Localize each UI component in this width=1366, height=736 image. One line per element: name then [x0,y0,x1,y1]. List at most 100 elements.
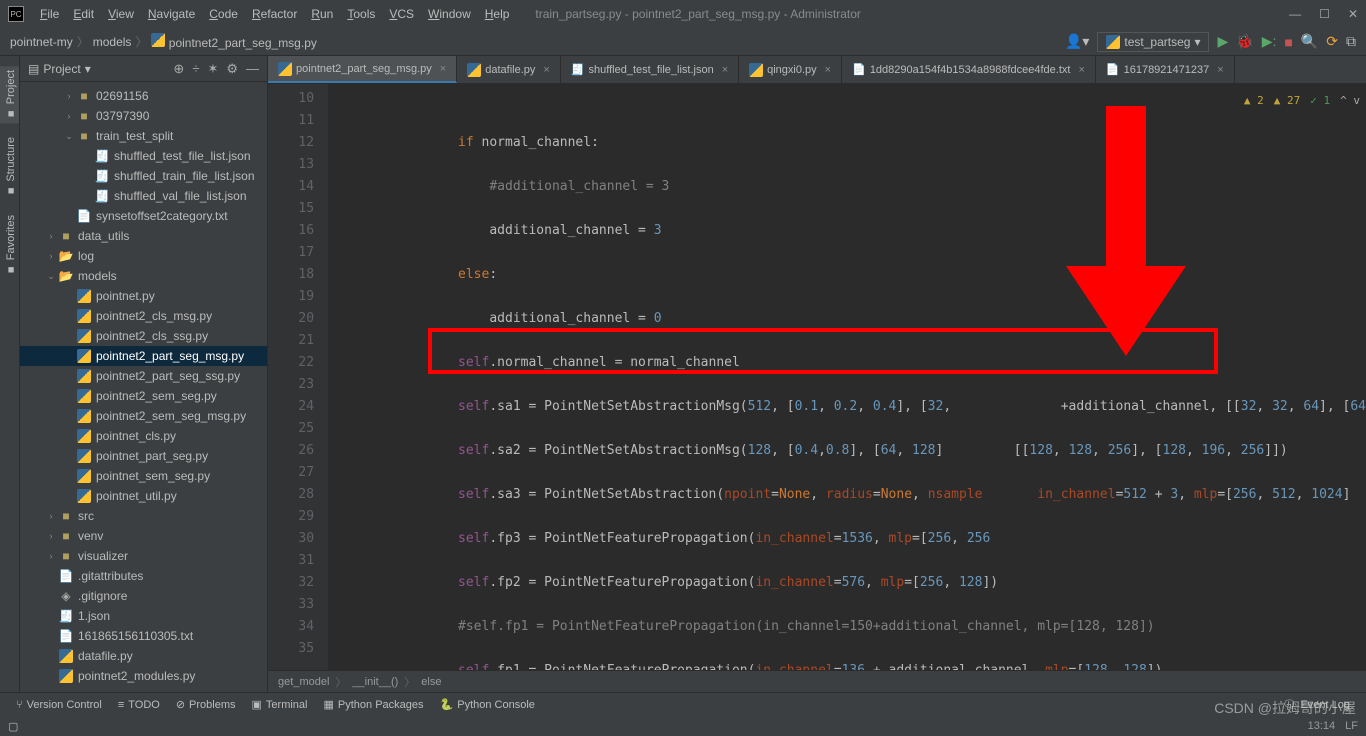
toolwindow-tab-structure[interactable]: ■ Structure [0,133,19,201]
tree-node[interactable]: pointnet2_part_seg_msg.py [20,346,267,366]
menu-code[interactable]: Code [203,5,244,23]
menu-navigate[interactable]: Navigate [142,5,201,23]
tree-node[interactable]: ›■venv [20,526,267,546]
line-number[interactable]: 25 [268,418,314,440]
breadcrumb-item[interactable]: pointnet2_part_seg_msg.py [151,33,316,50]
editor-tab[interactable]: pointnet2_part_seg_msg.py× [268,56,457,83]
line-number[interactable]: 22 [268,352,314,374]
project-tool-icon[interactable]: ✶ [207,61,218,77]
menu-run[interactable]: Run [305,5,339,23]
tree-node[interactable]: ›■data_utils [20,226,267,246]
coverage-button[interactable]: ▶: [1262,33,1277,50]
tree-node[interactable]: ›■03797390 [20,106,267,126]
tree-node[interactable]: 🧾shuffled_val_file_list.json [20,186,267,206]
tree-arrow-icon[interactable]: ⌄ [44,271,58,282]
tree-arrow-icon[interactable]: › [62,91,76,101]
menu-view[interactable]: View [102,5,140,23]
menu-refactor[interactable]: Refactor [246,5,303,23]
editor-tab[interactable]: qingxi0.py× [739,56,842,83]
tree-arrow-icon[interactable]: ⌄ [62,131,76,142]
line-number[interactable]: 33 [268,594,314,616]
line-number[interactable]: 15 [268,198,314,220]
tree-arrow-icon[interactable]: › [62,111,76,121]
tree-node[interactable]: pointnet_sem_seg.py [20,466,267,486]
line-number[interactable]: 21 [268,330,314,352]
tree-node[interactable]: pointnet2_part_seg_ssg.py [20,366,267,386]
tree-arrow-icon[interactable]: › [44,231,58,241]
line-number[interactable]: 20 [268,308,314,330]
editor-tab[interactable]: 🧾shuffled_test_file_list.json× [561,56,739,83]
tree-node[interactable]: pointnet_util.py [20,486,267,506]
line-number[interactable]: 16 [268,220,314,242]
menu-tools[interactable]: Tools [341,5,381,23]
menu-vcs[interactable]: VCS [383,5,420,23]
tree-node[interactable]: pointnet2_modules.py [20,666,267,686]
close-tab-icon[interactable]: × [543,64,549,76]
editor-tab[interactable]: 📄1dd8290a154f4b1534a8988fdcee4fde.txt× [842,56,1096,83]
tree-node[interactable]: ⌄■train_test_split [20,126,267,146]
tree-node[interactable]: 🧾shuffled_test_file_list.json [20,146,267,166]
tree-node[interactable]: 📄161865156110305.txt [20,626,267,646]
line-number[interactable]: 11 [268,110,314,132]
structure-crumb[interactable]: get_model [278,676,329,688]
line-number[interactable]: 29 [268,506,314,528]
ide-icon[interactable]: ⧉ [1346,33,1356,50]
python-console-tab[interactable]: 🐍Python Console [432,698,543,711]
breadcrumb-item[interactable]: models [93,35,132,49]
run-config-select[interactable]: test_partseg ▾ [1097,32,1209,52]
line-number[interactable]: 32 [268,572,314,594]
python-packages-tab[interactable]: ▦Python Packages [316,698,432,711]
run-button[interactable]: ▶ [1217,33,1228,50]
tree-arrow-icon[interactable]: › [44,551,58,561]
tree-node[interactable]: pointnet2_cls_msg.py [20,306,267,326]
todo-tab[interactable]: ≡TODO [110,699,168,711]
tree-node[interactable]: ›■src [20,506,267,526]
structure-crumb[interactable]: __init__() [352,676,398,688]
version-control-tab[interactable]: ⑂Version Control [8,699,110,711]
toolwindow-tab-favorites[interactable]: ■ Favorites [0,211,19,279]
search-button[interactable]: 🔍 [1301,33,1318,50]
line-number[interactable]: 18 [268,264,314,286]
structure-crumb[interactable]: else [421,676,441,688]
close-tab-icon[interactable]: × [1217,64,1223,76]
tree-node[interactable]: ›■visualizer [20,546,267,566]
inspections-more[interactable]: ^ v [1340,90,1360,112]
tree-node[interactable]: datafile.py [20,646,267,666]
close-tab-icon[interactable]: × [825,64,831,76]
project-tool-icon[interactable]: — [246,61,259,77]
tree-node[interactable]: pointnet.py [20,286,267,306]
tree-node[interactable]: ◈.gitignore [20,586,267,606]
tree-node[interactable]: pointnet2_cls_ssg.py [20,326,267,346]
terminal-tab[interactable]: ▣Terminal [244,698,316,711]
tree-node[interactable]: 📄synsetoffset2category.txt [20,206,267,226]
menu-file[interactable]: File [34,5,65,23]
toolwindow-tab-project[interactable]: ■ Project [0,66,19,123]
menu-help[interactable]: Help [479,5,516,23]
line-number[interactable]: 10 [268,88,314,110]
line-number[interactable]: 23 [268,374,314,396]
breadcrumb-item[interactable]: pointnet-my [10,35,73,49]
tree-node[interactable]: 📄.gitattributes [20,566,267,586]
tree-node[interactable]: ›■02691156 [20,86,267,106]
checks-count[interactable]: ✓ 1 [1310,90,1330,112]
problems-tab[interactable]: ⊘Problems [168,698,244,711]
close-tab-icon[interactable]: × [1078,64,1084,76]
tree-arrow-icon[interactable]: › [44,251,58,261]
line-number[interactable]: 12 [268,132,314,154]
tree-node[interactable]: pointnet2_sem_seg_msg.py [20,406,267,426]
inspections-widget[interactable]: ▲ 2 ▲ 27 ✓ 1 ^ v [1244,90,1360,112]
users-icon[interactable]: 👤▾ [1065,33,1089,50]
update-button[interactable]: ⟳ [1326,33,1338,50]
tree-node[interactable]: ⌄📂models [20,266,267,286]
line-number[interactable]: 14 [268,176,314,198]
line-number[interactable]: 30 [268,528,314,550]
line-number[interactable]: 13 [268,154,314,176]
line-number[interactable]: 34 [268,616,314,638]
status-icon[interactable]: ▢ [8,720,18,733]
line-number[interactable]: 28 [268,484,314,506]
stop-button[interactable]: ■ [1284,34,1292,50]
menu-edit[interactable]: Edit [67,5,100,23]
tree-node[interactable]: pointnet_cls.py [20,426,267,446]
error-count[interactable]: ▲ 2 [1244,90,1264,112]
menu-window[interactable]: Window [422,5,477,23]
